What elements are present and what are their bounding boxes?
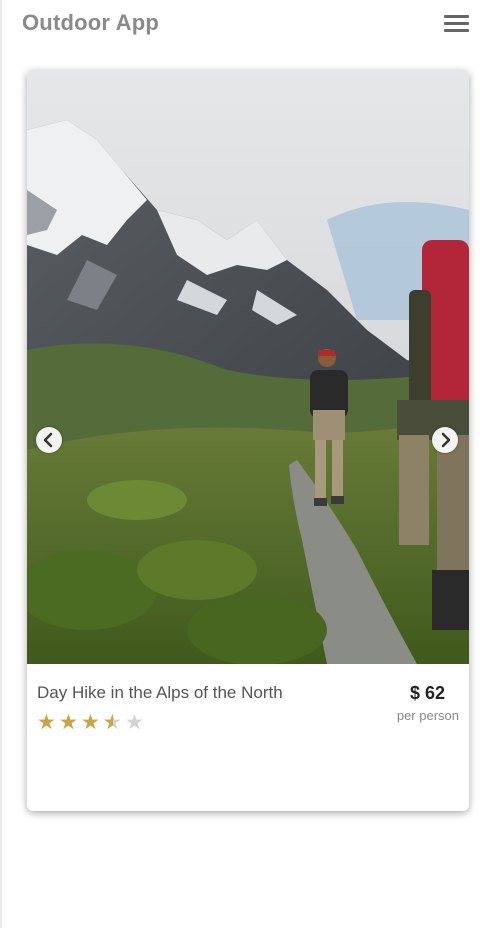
price-unit: per person — [396, 708, 459, 723]
app-title: Outdoor App — [22, 10, 160, 35]
price: $ 62 — [409, 683, 445, 703]
carousel-next-button[interactable] — [432, 427, 458, 453]
star-rating: ★ ★ ★ ★ ★ ★ ★ ★ ★ — [37, 710, 145, 734]
star-icon: ★ ★ — [59, 710, 78, 734]
hamburger-menu-icon[interactable] — [444, 13, 470, 35]
trip-title[interactable]: Day Hike in the Alps of the North — [37, 683, 283, 703]
trip-card[interactable]: Day Hike in the Alps of the North $ 62 p… — [27, 70, 469, 811]
star-icon: ★ ★ — [37, 710, 56, 734]
hero-photo — [27, 70, 469, 664]
chevron-left-icon — [43, 432, 53, 448]
star-icon: ★ ★ — [81, 710, 100, 734]
left-border — [0, 0, 2, 928]
carousel-prev-button[interactable] — [36, 427, 62, 453]
hiking-landscape-image — [27, 70, 469, 664]
star-icon: ★ — [125, 710, 144, 734]
star-icon: ★ ★ — [103, 710, 122, 734]
chevron-right-icon — [441, 432, 451, 448]
